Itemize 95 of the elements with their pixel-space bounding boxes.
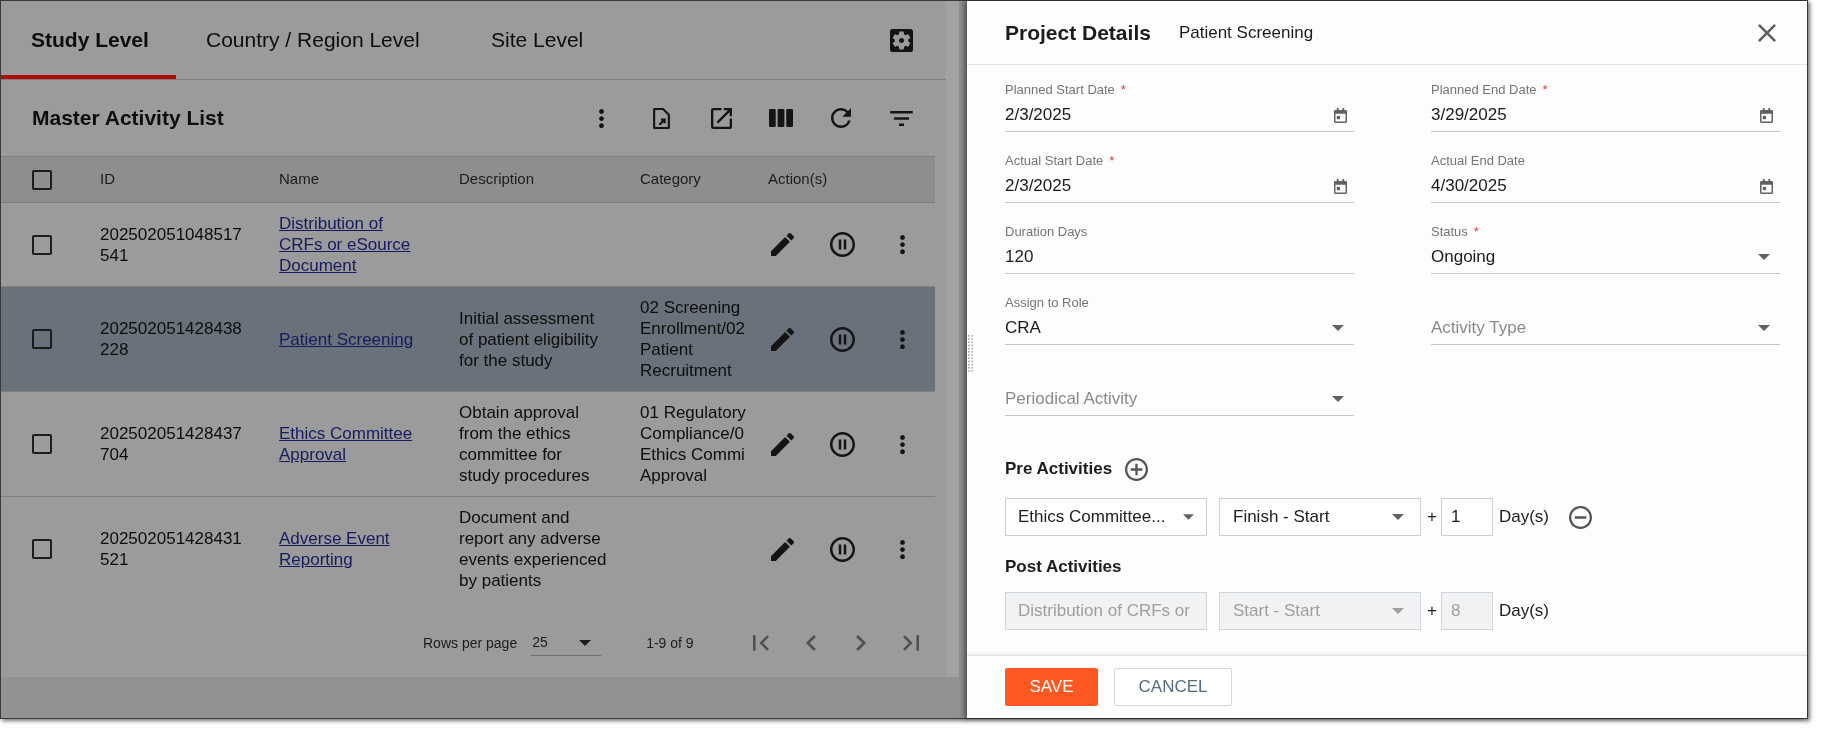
column-header[interactable]: Action(s) [768,170,828,188]
column-header[interactable]: ID [100,170,115,188]
caret-icon [1392,608,1404,614]
field-label: Planned Start Date [1005,83,1115,97]
field-label: Status [1431,225,1468,239]
section-heading: Post Activities [1005,556,1122,579]
tab[interactable]: Site Level [461,1,621,79]
select-field[interactable]: CRA [1005,316,1354,345]
caret-icon [1183,514,1194,520]
activity-link[interactable]: Adverse Event Reporting [279,528,424,570]
required-asterisk: * [1120,83,1126,97]
checkbox[interactable] [32,539,52,559]
caret-icon [1332,396,1344,402]
list-title: Master Activity List [32,105,224,132]
document-arrow-icon[interactable] [652,107,670,129]
checkbox[interactable] [32,329,52,349]
column-header[interactable]: Name [279,170,319,188]
filter-icon[interactable] [889,110,913,126]
panel-subtitle: Patient Screening [1178,21,1314,44]
caret-icon [1392,514,1404,520]
pencil-icon[interactable] [770,233,794,256]
calendar-icon[interactable] [1334,178,1347,194]
table-cell-text: Obtain approval from the ethics committee for study procedures [459,402,591,486]
field-label: Duration Days [1005,225,1088,239]
save-button[interactable]: SAVE [1005,668,1098,706]
table-cell-text: 202502051428431521 [100,528,243,570]
checkbox[interactable] [32,434,52,454]
activity-link[interactable]: Ethics Committee Approval [279,423,424,465]
select-field[interactable]: Ongoing [1431,245,1780,274]
plus-sign: + [1427,506,1437,529]
table-cell-text: 01 Regulatory Compliance/0 Ethics Commi Approval [640,402,747,486]
text-field[interactable]: 120 [1005,245,1354,274]
date-field[interactable]: 4/30/2025 [1431,174,1780,203]
rows-per-page-label: Rows per page [423,633,518,653]
checkbox[interactable] [32,234,52,255]
select-field[interactable]: Periodical Activity [1005,387,1354,416]
pencil-icon[interactable] [770,432,794,456]
calendar-icon[interactable] [1760,107,1773,123]
tab[interactable]: Country / Region Level [176,1,461,79]
kebab-menu-icon[interactable] [899,329,905,349]
checkbox[interactable] [32,169,52,190]
section-heading: Pre Activities [1005,458,1113,481]
table-cell-text: 202502051428437704 [100,423,243,465]
table-row[interactable]: 202502051428431521 Adverse Event Reporting Document and report any adverse events experienced by patients [1,497,935,601]
page-range-label: 1-9 of 9 [646,633,694,653]
external-link-icon[interactable] [710,107,732,129]
columns-icon[interactable] [769,109,793,127]
required-asterisk: * [1473,225,1479,239]
refresh-icon[interactable] [831,108,851,128]
kebab-menu-icon[interactable] [899,539,905,559]
unit-label: Day(s) [1498,506,1549,529]
caret-icon [1758,325,1770,331]
field-label: Actual Start Date [1005,154,1104,168]
pencil-icon[interactable] [770,327,794,351]
field-label: Assign to Role [1005,296,1089,310]
relation-select[interactable]: Finish - Start [1219,498,1421,536]
kebab-menu-icon[interactable] [598,108,604,128]
column-header[interactable]: Description [459,170,535,188]
drag-handle-icon[interactable] [968,335,973,373]
panel-title: Project Details [1005,19,1151,46]
activity-select[interactable]: Ethics Committee... [1005,498,1207,536]
rows-per-page-select[interactable]: 25 [531,630,602,656]
table-cell-text: Initial assessment of patient eligibility for the study [459,307,599,371]
calendar-icon[interactable] [1334,107,1347,123]
tab[interactable]: Study Level [1,1,176,79]
caret-icon [1758,254,1770,260]
column-header[interactable]: Category [640,170,701,188]
cancel-button[interactable]: CANCEL [1114,668,1232,706]
pencil-icon[interactable] [770,537,794,561]
field-label: Planned End Date [1431,83,1537,97]
caret-icon [579,639,592,646]
select-field[interactable]: Activity Type [1431,316,1780,345]
date-field[interactable]: 3/29/2025 [1431,103,1780,132]
kebab-menu-icon[interactable] [899,235,905,254]
unit-label: Day(s) [1498,600,1549,623]
field-label: Actual End Date [1431,154,1525,168]
close-icon[interactable] [1758,23,1776,42]
required-asterisk: * [1542,83,1548,97]
activity-link[interactable]: Distribution of CRFs or eSource Document [279,213,424,276]
lag-input[interactable]: 1 [1440,498,1493,536]
table-cell-text: 202502051428438228 [100,318,243,360]
table-row[interactable]: 202502051428437704 Ethics Committee Approval Obtain approval from the ethics committee for study procedures 01 Regulatory Compliance/0 Ethics Commi Approval [1,392,935,497]
date-field[interactable]: 2/3/2025 [1005,174,1354,203]
required-asterisk: * [1109,154,1115,168]
table-cell-text: 202502051048517541 [100,223,243,266]
kebab-menu-icon[interactable] [899,434,905,454]
plus-sign: + [1427,600,1437,623]
table-cell-text: 02 Screening Enrollment/02 Patient Recruitment [640,297,746,381]
date-field[interactable]: 2/3/2025 [1005,103,1354,132]
table-cell-text: Document and report any adverse events experienced by patients [459,507,608,591]
calendar-icon[interactable] [1760,178,1773,194]
caret-icon [1332,325,1344,331]
table-row[interactable]: 202502051428438228 Patient Screening Initial assessment of patient eligibility for the study 02 Screening Enrollment/02 Patient Recruitment [1,287,935,392]
settings-icon[interactable] [890,28,913,52]
activity-link[interactable]: Patient Screening [279,328,424,350]
